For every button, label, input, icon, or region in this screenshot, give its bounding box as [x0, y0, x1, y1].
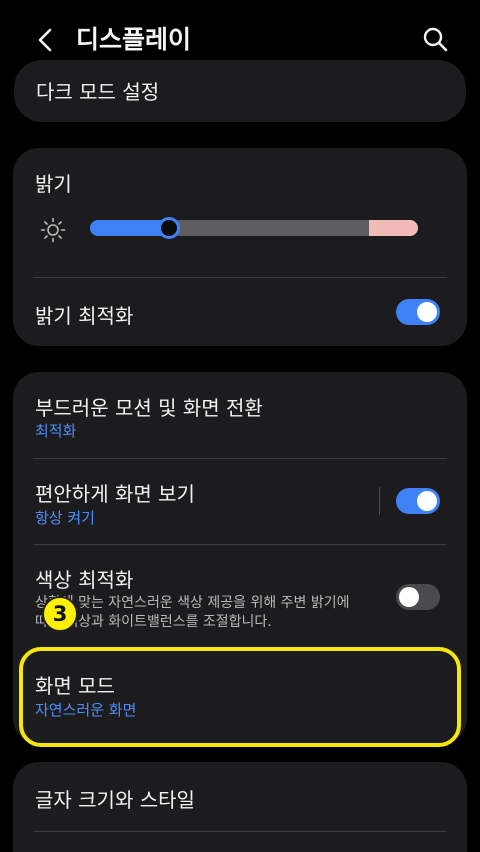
brightness-thumb[interactable] — [157, 217, 180, 239]
motion-smoothness-label: 부드러운 모션 및 화면 전환 — [35, 396, 263, 420]
brightness-slider[interactable] — [90, 217, 418, 239]
brightness-fill — [90, 220, 169, 236]
sun-icon — [40, 217, 66, 243]
dark-mode-settings-item[interactable]: 다크 모드 설정 — [14, 60, 466, 122]
brightness-card: 밝기 밝기 최적화 — [13, 148, 467, 346]
search-button[interactable] — [418, 22, 454, 58]
brightness-label: 밝기 — [35, 172, 72, 196]
adaptive-brightness-label: 밝기 최적화 — [35, 304, 134, 328]
adaptive-brightness-toggle[interactable] — [396, 299, 440, 325]
chevron-left-icon — [38, 28, 52, 52]
extra-brightness-zone — [368, 220, 418, 236]
divider — [33, 831, 447, 832]
step-number-badge: 3 — [42, 596, 78, 632]
font-settings-card: 글자 크기와 스타일 — [13, 762, 467, 852]
color-optimization-toggle[interactable] — [396, 584, 440, 610]
display-settings-screen: 디스플레이 다크 모드 설정 밝기 밝기 최적화 부드러운 모션 및 화면 전환… — [0, 0, 480, 852]
eye-comfort-value: 항상 켜기 — [35, 509, 95, 527]
vertical-separator — [379, 487, 380, 515]
color-optimization-label: 색상 최적화 — [35, 568, 134, 592]
motion-smoothness-value: 최적화 — [35, 422, 77, 440]
font-size-style-label: 글자 크기와 스타일 — [35, 788, 195, 812]
color-optimization-description-line1: 상황에 맞는 자연스러운 색상 제공을 위해 주변 밝기에 — [35, 595, 350, 611]
toggle-knob — [417, 491, 437, 511]
eye-comfort-toggle[interactable] — [396, 488, 440, 514]
toggle-knob — [417, 302, 437, 322]
eye-comfort-label: 편안하게 화면 보기 — [35, 482, 195, 506]
divider — [33, 277, 447, 278]
font-size-style-item[interactable]: 글자 크기와 스타일 — [13, 762, 467, 832]
search-icon — [423, 27, 448, 52]
brightness-track — [90, 220, 418, 236]
motion-smoothness-item[interactable]: 부드러운 모션 및 화면 전환 최적화 — [13, 372, 467, 458]
back-button[interactable] — [28, 22, 64, 58]
dark-mode-label: 다크 모드 설정 — [36, 80, 160, 104]
screen-mode-highlight — [19, 647, 461, 747]
page-title: 디스플레이 — [76, 25, 192, 54]
toggle-knob — [399, 587, 419, 607]
